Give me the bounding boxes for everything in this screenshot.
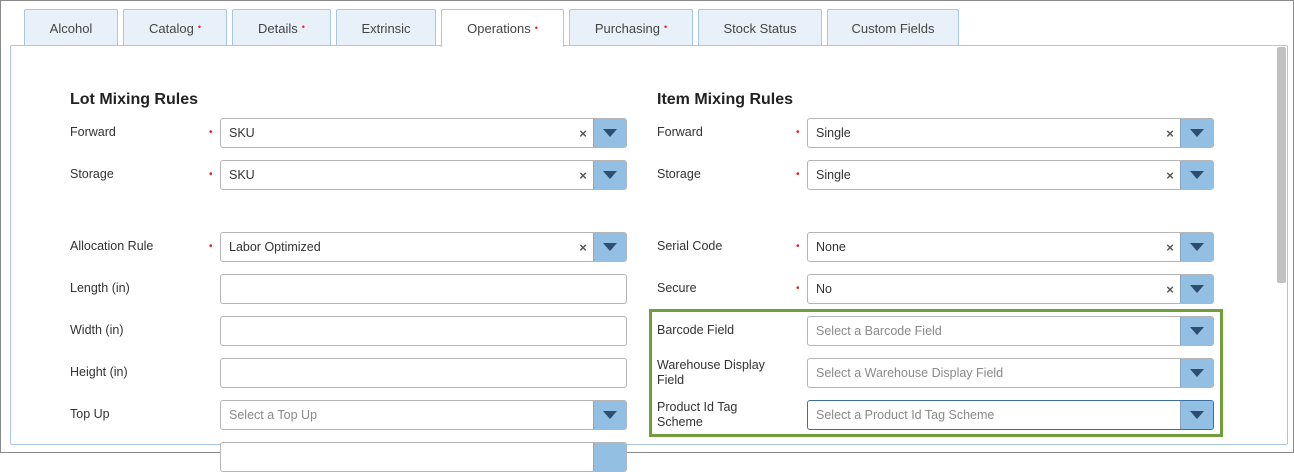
select-value: Single: [816, 168, 851, 182]
select-value: Single: [816, 126, 851, 140]
product-id-tag-scheme-label: Product Id Tag Scheme: [657, 400, 737, 430]
item-forward-label: Forward: [657, 125, 703, 139]
label-line: Product Id Tag: [657, 400, 738, 414]
select-value: SKU: [229, 168, 255, 182]
caret-down-icon: [1190, 327, 1204, 335]
warehouse-display-field-select[interactable]: Select a Warehouse Display Field: [807, 358, 1214, 388]
clear-icon[interactable]: ×: [1160, 168, 1180, 183]
select-value: No: [816, 282, 832, 296]
dropdown-button[interactable]: [1180, 359, 1213, 387]
dropdown-button[interactable]: [1180, 233, 1213, 261]
product-id-tag-scheme-select[interactable]: Select a Product Id Tag Scheme: [807, 400, 1214, 430]
select-placeholder: Select a Product Id Tag Scheme: [816, 408, 995, 422]
dropdown-button[interactable]: [593, 443, 626, 471]
label-line: Field: [657, 373, 685, 387]
caret-down-icon: [603, 171, 617, 179]
dropdown-button[interactable]: [1180, 161, 1213, 189]
label-line: Warehouse Display: [657, 358, 765, 372]
allocation-rule-label: Allocation Rule: [70, 239, 154, 253]
clear-icon[interactable]: ×: [1160, 126, 1180, 141]
select-value: Labor Optimized: [229, 240, 321, 254]
width-label: Width (in): [70, 323, 124, 337]
caret-down-icon: [1190, 129, 1204, 137]
select-placeholder: Select a Top Up: [229, 408, 318, 422]
label-line: Scheme: [657, 415, 703, 429]
caret-down-icon: [1190, 369, 1204, 377]
item-storage-label: Storage: [657, 167, 701, 181]
width-input[interactable]: [220, 316, 627, 346]
lot-storage-label: Storage: [70, 167, 114, 181]
required-indicator: •: [209, 127, 213, 138]
lot-forward-select[interactable]: SKU ×: [220, 118, 627, 148]
required-indicator: •: [209, 169, 213, 180]
top-up-label: Top Up: [70, 407, 110, 421]
item-forward-select[interactable]: Single ×: [807, 118, 1214, 148]
height-label: Height (in): [70, 365, 128, 379]
select-value: SKU: [229, 126, 255, 140]
allocation-rule-select[interactable]: Labor Optimized ×: [220, 232, 627, 262]
warehouse-display-field-label: Warehouse Display Field: [657, 358, 765, 388]
caret-down-icon: [1190, 243, 1204, 251]
lot-forward-label: Forward: [70, 125, 116, 139]
item-mixing-rules-title: Item Mixing Rules: [657, 91, 794, 108]
serial-code-select[interactable]: None ×: [807, 232, 1214, 262]
secure-select[interactable]: No ×: [807, 274, 1214, 304]
required-indicator: •: [796, 283, 800, 294]
length-input[interactable]: [220, 274, 627, 304]
dropdown-button[interactable]: [593, 233, 626, 261]
required-indicator: •: [796, 241, 800, 252]
clear-icon[interactable]: ×: [573, 126, 593, 141]
select-value: None: [816, 240, 846, 254]
serial-code-label: Serial Code: [657, 239, 723, 253]
top-up-select[interactable]: Select a Top Up: [220, 400, 627, 430]
select-placeholder: Select a Barcode Field: [816, 324, 942, 338]
dropdown-button[interactable]: [593, 119, 626, 147]
lot-mixing-rules-title: Lot Mixing Rules: [70, 91, 198, 108]
barcode-field-select[interactable]: Select a Barcode Field: [807, 316, 1214, 346]
caret-down-icon: [603, 129, 617, 137]
cut-off-select[interactable]: [220, 442, 627, 472]
required-indicator: •: [209, 241, 213, 252]
caret-down-icon: [1190, 411, 1204, 419]
required-indicator: •: [796, 169, 800, 180]
clear-icon[interactable]: ×: [573, 168, 593, 183]
clear-icon[interactable]: ×: [1160, 240, 1180, 255]
dropdown-button[interactable]: [593, 161, 626, 189]
dropdown-button[interactable]: [1180, 275, 1213, 303]
caret-down-icon: [1190, 171, 1204, 179]
dropdown-button[interactable]: [1180, 119, 1213, 147]
caret-down-icon: [603, 411, 617, 419]
caret-down-icon: [603, 243, 617, 251]
secure-label: Secure: [657, 281, 697, 295]
lot-storage-select[interactable]: SKU ×: [220, 160, 627, 190]
dropdown-button[interactable]: [1180, 401, 1213, 429]
clear-icon[interactable]: ×: [1160, 282, 1180, 297]
dropdown-button[interactable]: [1180, 317, 1213, 345]
height-input[interactable]: [220, 358, 627, 388]
select-placeholder: Select a Warehouse Display Field: [816, 366, 1004, 380]
item-storage-select[interactable]: Single ×: [807, 160, 1214, 190]
caret-down-icon: [1190, 285, 1204, 293]
clear-icon[interactable]: ×: [573, 240, 593, 255]
length-label: Length (in): [70, 281, 130, 295]
dropdown-button[interactable]: [593, 401, 626, 429]
barcode-field-label: Barcode Field: [657, 323, 735, 337]
required-indicator: •: [796, 127, 800, 138]
